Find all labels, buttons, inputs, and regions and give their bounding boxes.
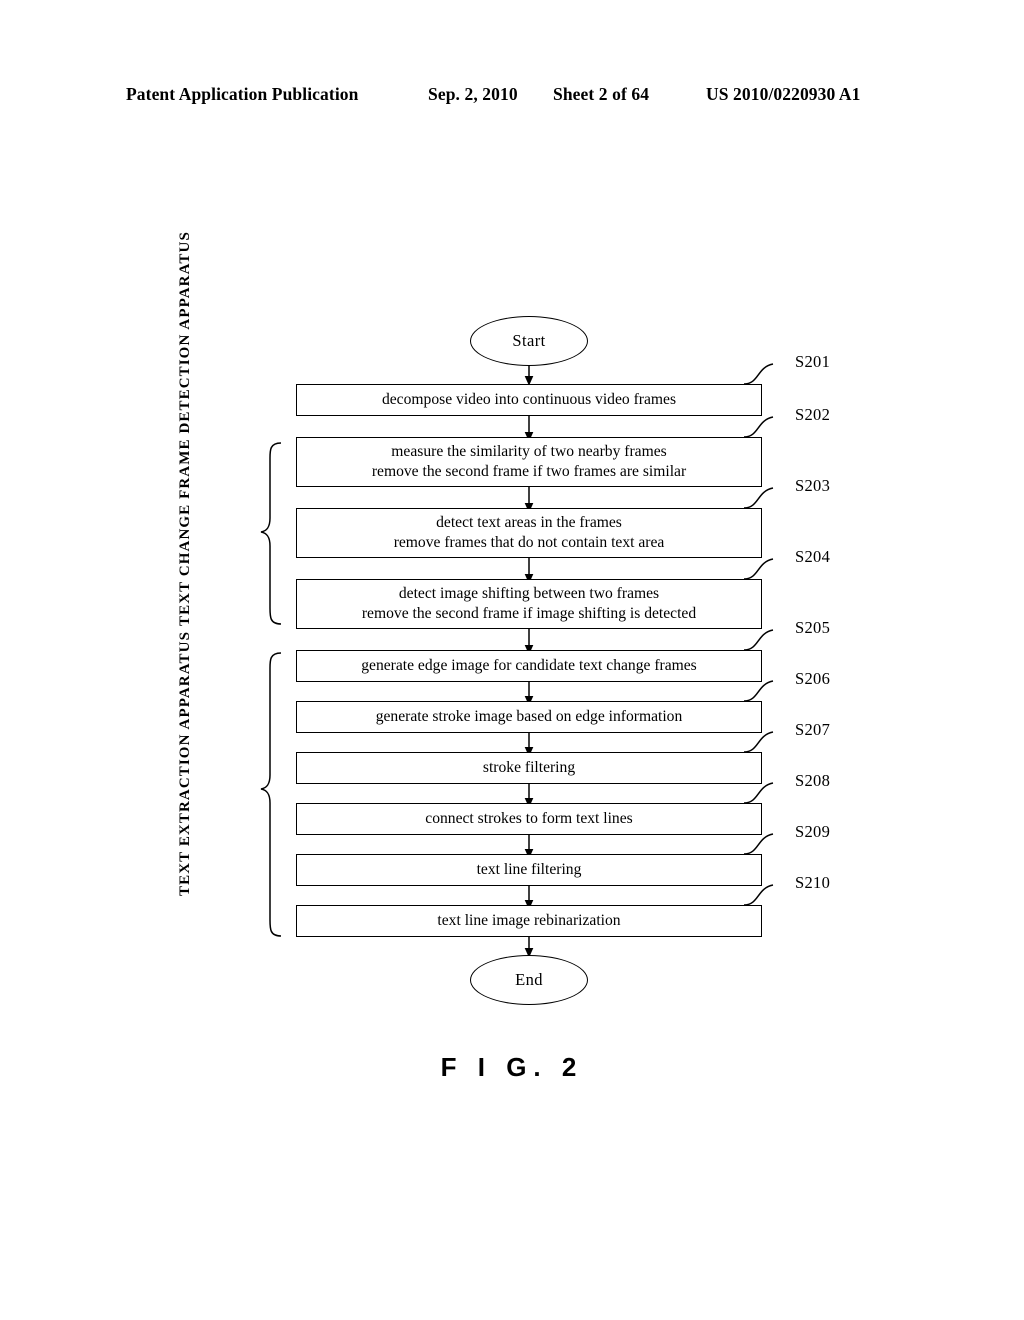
- process-box-line: remove the second frame if two frames ar…: [371, 463, 687, 480]
- step-ref-s209: S209: [795, 822, 831, 841]
- process-box-s205: generate edge image for candidate text c…: [296, 650, 762, 682]
- process-box-s207: stroke filtering: [296, 752, 762, 784]
- process-box-line: connect strokes to form text lines: [425, 809, 633, 827]
- step-ref-s201: S201: [795, 352, 831, 371]
- step-ref-s210: S210: [795, 873, 831, 892]
- process-box-s208: connect strokes to form text lines: [296, 803, 762, 835]
- process-box-s209: text line filtering: [296, 854, 762, 886]
- step-ref-s207: S207: [795, 720, 831, 739]
- process-box-s202: measure the similarity of two nearby fra…: [296, 437, 762, 487]
- group-label-text-change-frame-detection-apparatus: TEXT CHANGE FRAME DETECTION APPARATUS: [177, 231, 193, 626]
- process-box-line: generate stroke image based on edge info…: [375, 707, 683, 725]
- process-box-line: stroke filtering: [482, 758, 576, 776]
- process-box-line: detect image shifting between two frames: [398, 584, 660, 602]
- step-ref-s202: S202: [795, 405, 831, 424]
- process-box-s201: decompose video into continuous video fr…: [296, 384, 762, 416]
- process-box-s204: detect image shifting between two frames…: [296, 579, 762, 629]
- process-box-line: detect text areas in the frames: [436, 513, 622, 531]
- step-ref-s206: S206: [795, 669, 831, 688]
- process-box-line: remove frames that do not contain text a…: [393, 534, 665, 551]
- flow-start-node: Start: [470, 316, 588, 366]
- flowchart-figure: Start decompose video into continuous vi…: [0, 0, 1024, 1320]
- flow-end-node: End: [470, 955, 588, 1005]
- process-box-line: generate edge image for candidate text c…: [361, 656, 697, 674]
- process-box-line: measure the similarity of two nearby fra…: [391, 442, 667, 460]
- process-box-s210: text line image rebinarization: [296, 905, 762, 937]
- step-ref-s204: S204: [795, 547, 831, 566]
- process-box-line: decompose video into continuous video fr…: [381, 390, 677, 408]
- step-ref-s208: S208: [795, 771, 831, 790]
- process-box-s206: generate stroke image based on edge info…: [296, 701, 762, 733]
- process-box-line: remove the second frame if image shiftin…: [361, 605, 697, 622]
- brace-text-extraction-apparatus: [260, 652, 282, 937]
- group-braces: [260, 442, 282, 937]
- group-label-text-extraction-apparatus: TEXT EXTRACTION APPARATUS: [177, 630, 193, 896]
- figure-caption: F I G. 2: [440, 1052, 584, 1082]
- brace-text-change-frame-detection-apparatus: [260, 442, 282, 625]
- process-box-line: text line image rebinarization: [437, 911, 621, 929]
- process-box-line: text line filtering: [476, 860, 582, 878]
- process-box-s203: detect text areas in the frames remove f…: [296, 508, 762, 558]
- step-ref-s205: S205: [795, 618, 831, 637]
- flow-end-label: End: [515, 970, 543, 989]
- flow-start-label: Start: [512, 331, 546, 350]
- step-ref-s203: S203: [795, 476, 831, 495]
